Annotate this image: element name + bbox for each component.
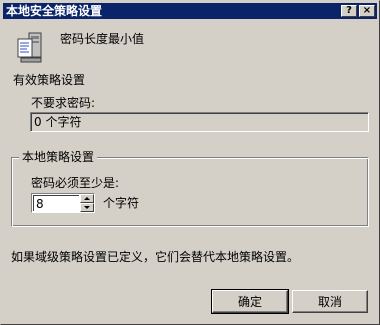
cancel-button[interactable]: 取消 [292, 290, 368, 313]
policy-document-icon [17, 32, 42, 63]
local-policy-group [11, 157, 369, 227]
spin-down-button[interactable] [80, 203, 94, 212]
title-bar[interactable]: 本地安全策略设置 ? × [3, 3, 377, 19]
min-length-stepper[interactable] [31, 193, 95, 213]
effective-setting-sublabel: 不要求密码: [31, 96, 96, 110]
local-policy-group-label: 本地策略设置 [19, 150, 98, 164]
effective-value-box: 0 个字符 [30, 112, 369, 132]
ok-button[interactable]: 确定 [211, 289, 289, 314]
effective-setting-heading: 有效策略设置 [13, 73, 86, 87]
arrow-up-icon [84, 197, 90, 200]
help-button[interactable]: ? [341, 5, 357, 17]
override-note: 如果域级策略设置已定义，它们会替代本地策略设置。 [11, 250, 300, 264]
dialog-window: 本地安全策略设置 ? × 密码长度最小值 有效策略设置 不要求密码: 0 个字符… [0, 0, 380, 325]
window-title: 本地安全策略设置 [6, 4, 103, 18]
effective-value: 0 个字符 [34, 115, 82, 129]
min-length-label: 密码必须至少是: [31, 176, 120, 190]
spin-up-button[interactable] [80, 194, 94, 203]
min-length-unit: 个字符 [103, 196, 140, 210]
arrow-down-icon [84, 206, 90, 209]
close-button[interactable]: × [359, 5, 375, 17]
policy-name: 密码长度最小值 [60, 32, 145, 46]
min-length-input[interactable] [33, 195, 79, 211]
